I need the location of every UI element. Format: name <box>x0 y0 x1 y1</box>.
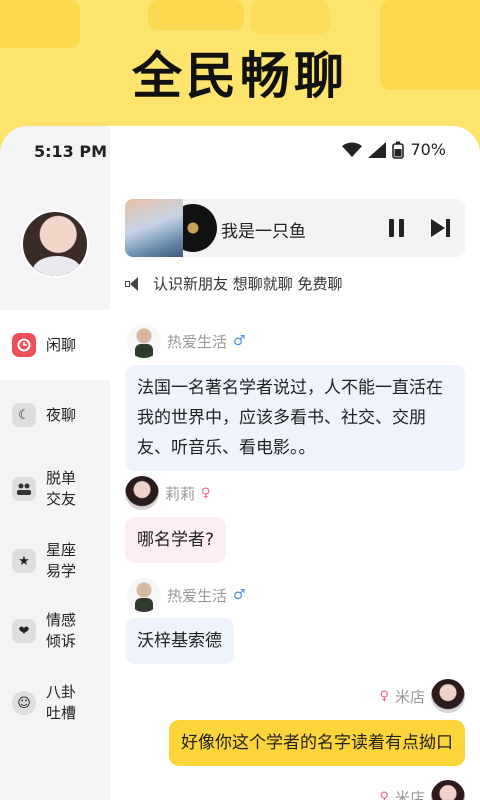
sidebar-item-dating[interactable]: 脱单 交友 <box>0 454 110 524</box>
sidebar-item-label: 星座 易学 <box>46 541 77 580</box>
announcement-text: 认识新朋友 想聊就聊 免费聊 <box>153 275 343 293</box>
promo-banner: 全民畅聊 <box>0 0 480 140</box>
sidebar-item-label: 情感 倾诉 <box>46 611 77 650</box>
username: 米店 <box>394 788 425 800</box>
decor-bubble <box>250 0 330 34</box>
male-icon: ♂ <box>233 333 246 349</box>
sidebar-item-night-chat[interactable]: ☾ 夜聊 <box>0 381 110 449</box>
username: 热爱生活 <box>167 586 228 605</box>
female-icon: ♀ <box>201 485 211 501</box>
message-bubble: 哪名学者? <box>125 517 227 563</box>
app-screen: 闲聊 ☾ 夜聊 脱单 交友 ★ 星座 易学 ❤ 情感 倾诉 ☺ 八卦 吐槽 5:… <box>0 126 480 800</box>
sidebar-item-label: 闲聊 <box>46 335 77 354</box>
smile-icon: ☺ <box>12 691 36 715</box>
message-bubble: 法国一名著名学者说过，人不能一直活在我的世界中，应该多看书、社交、交朋友、听音乐… <box>125 365 465 471</box>
message-bubble: 好像你这个学者的名字读着有点拗口 <box>169 720 465 766</box>
album-cover <box>125 199 183 257</box>
sidebar-item-label: 脱单 交友 <box>46 469 77 508</box>
announcement: 认识新朋友 想聊就聊 免费聊 <box>125 273 343 294</box>
avatar[interactable] <box>431 780 465 800</box>
username: 热爱生活 <box>167 332 228 351</box>
message-header: ♀ 米店 <box>379 780 465 800</box>
sidebar: 闲聊 ☾ 夜聊 脱单 交友 ★ 星座 易学 ❤ 情感 倾诉 ☺ 八卦 吐槽 <box>0 126 110 800</box>
message-bubble: 沃梓基索德 <box>125 618 234 664</box>
avatar[interactable] <box>127 324 161 358</box>
sidebar-item-chat[interactable]: 闲聊 <box>0 310 110 380</box>
banner-title: 全民畅聊 <box>132 47 348 105</box>
song-title: 我是一只鱼 <box>221 222 306 242</box>
message-header: 热爱生活 ♂ <box>127 578 246 612</box>
chat-icon <box>12 333 36 357</box>
message-header: 热爱生活 ♂ <box>127 324 246 358</box>
chat-area: 我是一只鱼 认识新朋友 想聊就聊 免费聊 热爱生活 ♂ 法国一名著名学者说过，人… <box>110 126 480 800</box>
username: 米店 <box>394 687 425 706</box>
avatar[interactable] <box>125 476 159 510</box>
sidebar-item-label: 夜聊 <box>46 405 77 424</box>
sidebar-item-label: 八卦 吐槽 <box>46 683 77 722</box>
status-time: 5:13 PM <box>34 142 108 161</box>
next-track-icon[interactable] <box>431 219 451 237</box>
star-icon: ★ <box>12 549 36 573</box>
moon-icon: ☾ <box>12 403 36 427</box>
sidebar-item-gossip[interactable]: ☺ 八卦 吐槽 <box>0 668 110 738</box>
message-header: 莉莉 ♀ <box>125 476 211 510</box>
username: 莉莉 <box>165 484 196 503</box>
music-player[interactable]: 我是一只鱼 <box>125 199 465 257</box>
pause-icon[interactable] <box>389 219 407 237</box>
male-icon: ♂ <box>233 587 246 603</box>
people-icon <box>12 477 36 501</box>
sidebar-item-astrology[interactable]: ★ 星座 易学 <box>0 526 110 596</box>
heart-icon: ❤ <box>12 619 36 643</box>
female-icon: ♀ <box>379 688 389 704</box>
message-header: ♀ 米店 <box>379 679 465 713</box>
avatar[interactable] <box>127 578 161 612</box>
sidebar-item-emotion[interactable]: ❤ 情感 倾诉 <box>0 596 110 666</box>
user-avatar[interactable] <box>21 210 89 278</box>
avatar[interactable] <box>431 679 465 713</box>
speaker-icon <box>125 276 143 292</box>
decor-bubble <box>148 0 244 30</box>
female-icon: ♀ <box>379 789 389 800</box>
